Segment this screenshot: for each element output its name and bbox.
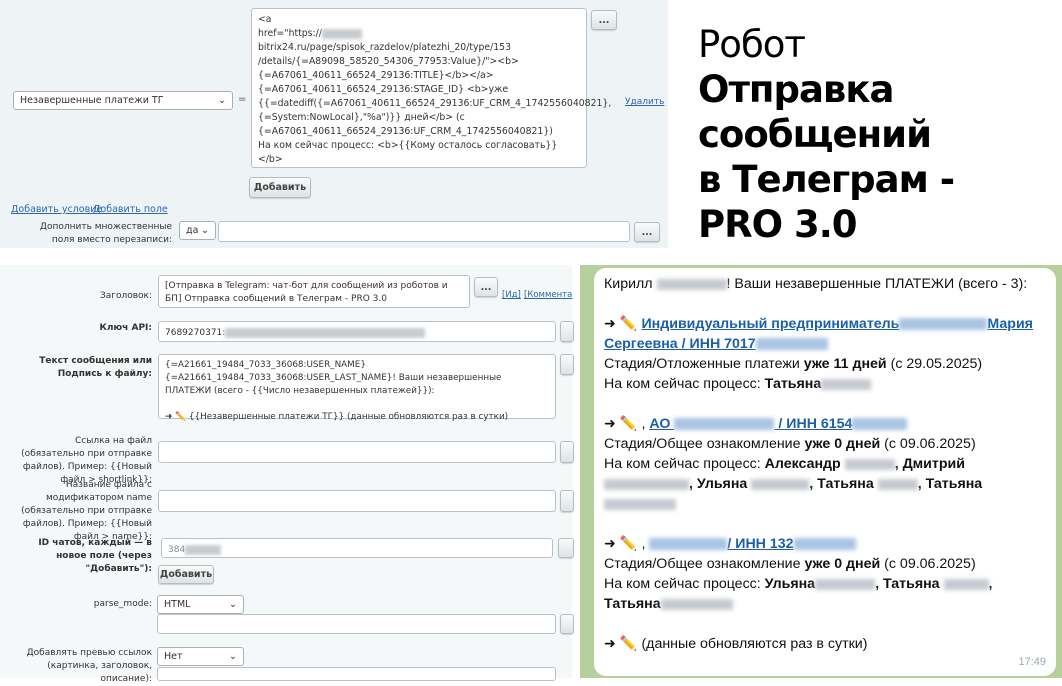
message-text-input[interactable]: {=A21661_19484_7033_36068:USER_NAME} {=A…	[158, 354, 556, 422]
message-time: 17:49	[1018, 656, 1046, 668]
header-label: Заголовок:	[99, 291, 152, 301]
insert-value-button[interactable]: ...	[591, 10, 617, 30]
field-select[interactable]: Незавершенные платежи ТГ ⌄	[13, 91, 233, 110]
comment-link[interactable]: [Коммента	[524, 290, 572, 300]
payment-who-2: На ком сейчас процесс: Александр , Дмитр…	[604, 454, 1046, 514]
payment-who-3: На ком сейчас процесс: Ульяна, Татьяна ,…	[604, 576, 993, 612]
payment-item-3: ➜ ✏️ , / ИНН 132	[604, 534, 1046, 554]
arrow-pencil-icon: ➜ ✏️	[604, 416, 638, 432]
payment-link-3[interactable]: / ИНН 132	[649, 536, 856, 552]
title-line: Робот	[698, 23, 806, 66]
chevron-down-icon: ⌄	[229, 651, 237, 662]
payment-stage-3: Стадия/Общее ознакомление уже 0 дней (с …	[604, 556, 976, 572]
parse-mode-input[interactable]	[157, 614, 556, 634]
title-line: в Телеграм -	[698, 158, 955, 201]
header-input[interactable]: [Отправка в Telegram: чат-бот для сообще…	[158, 275, 470, 308]
payment-link-1[interactable]: Индивидуальный предприниматель Мария Серг…	[604, 316, 1033, 352]
payment-link-2[interactable]: АО / ИНН 6154	[649, 416, 908, 432]
payment-item-1: ➜ ✏️ Индивидуальный предприниматель Мария…	[604, 314, 1046, 354]
payment-who-1: На ком сейчас процесс: Татьяна	[604, 374, 1046, 394]
file-name-label: Название файла с модификатором name (обя…	[21, 480, 152, 542]
parse-mode-select[interactable]: HTML ⌄	[157, 595, 244, 614]
preview-label: Добавлять превью ссылок (картинка, загол…	[26, 648, 152, 684]
chat-id-input[interactable]: 384	[161, 538, 553, 558]
header-dots-button[interactable]: ...	[474, 277, 498, 297]
api-input[interactable]: 7689270371:	[158, 321, 556, 342]
append-label: Дополнить множественные поля вместо пере…	[39, 222, 172, 245]
preview-select[interactable]: Нет ⌄	[157, 647, 244, 666]
arrow-pencil-icon: ➜ ✏️	[604, 536, 638, 552]
add-field-link[interactable]: Добавить поле	[93, 204, 168, 215]
title-line: сообщений	[698, 113, 932, 156]
value-line: {=A67061_40611_66524_29136:UF_CRM_4_1742…	[258, 126, 553, 137]
api-dots-button[interactable]	[560, 321, 574, 342]
append-dots-button[interactable]: ...	[634, 222, 660, 242]
text-label: Текст сообщения или Подпись к файлу:	[39, 356, 152, 379]
telegram-message-bubble: Кирилл ! Ваши незавершенные ПЛАТЕЖИ (все…	[594, 268, 1056, 676]
field-select-value: Незавершенные платежи ТГ	[20, 95, 164, 106]
parse-mode-value: HTML	[164, 599, 191, 610]
file-name-dots-button[interactable]	[560, 490, 574, 512]
id-link[interactable]: [Ид]	[502, 290, 521, 300]
preview-input[interactable]	[157, 667, 556, 681]
value-line: {=A67061_40611_66524_29136:TITLE}</b></a…	[258, 70, 494, 81]
add-chat-id-button[interactable]: Добавить	[158, 565, 214, 584]
title-line: PRO 3.0	[698, 203, 858, 246]
robot-settings-form: Заголовок: [Отправка в Telegram: чат-бот…	[0, 265, 574, 684]
append-input[interactable]	[218, 221, 630, 242]
value-line: href="https://bitrix24.ru/page/spisok_ra…	[258, 28, 511, 53]
value-line: {{=datediff({=A67061_40611_66524_29136:U…	[258, 98, 612, 109]
delete-link[interactable]: Удалить	[625, 97, 664, 107]
chat-id-dots-button[interactable]	[558, 538, 574, 558]
api-label: Ключ API:	[99, 323, 152, 333]
preview-value: Нет	[164, 651, 183, 662]
add-button[interactable]: Добавить	[249, 177, 311, 198]
parse-mode-label: parse_mode:	[93, 599, 152, 609]
chevron-down-icon: ⌄	[229, 599, 237, 610]
append-value: да	[186, 225, 199, 236]
chat-ids-label: ID чатов, каждый — в новое поле (через "…	[38, 538, 152, 574]
value-line: /details/{=A89098_58520_54306_77953:Valu…	[258, 56, 519, 67]
arrow-pencil-icon: ➜ ✏️	[604, 316, 638, 332]
message-footer: ➜ ✏️ (данные обновляются раз в сутки)	[604, 636, 868, 652]
file-link-input[interactable]	[158, 441, 556, 463]
parse-mode-dots-button[interactable]	[560, 614, 574, 634]
append-select[interactable]: да ⌄	[179, 221, 216, 240]
value-line: {=A67061_40611_66524_29136:STAGE_ID} <b>…	[258, 84, 509, 95]
text-dots-button[interactable]	[560, 354, 574, 375]
file-name-input[interactable]	[158, 490, 556, 512]
add-condition-link[interactable]: Добавить условие	[11, 204, 102, 215]
equals-sign: =	[238, 94, 247, 105]
promo-title: Робот Отправка сообщений в Телеграм - PR…	[698, 22, 955, 247]
payment-stage-1: Стадия/Отложенные платежи уже 11 дней (с…	[604, 356, 983, 372]
greeting: Кирилл ! Ваши незавершенные ПЛАТЕЖИ (все…	[604, 276, 1028, 292]
payment-item-2: ➜ ✏️ , АО / ИНН 6154	[604, 414, 1046, 434]
title-line: Отправка	[698, 68, 894, 111]
arrow-pencil-icon: ➜ ✏️	[604, 636, 638, 652]
chevron-down-icon: ⌄	[201, 225, 209, 236]
value-line: На ком сейчас процесс: <b>{{Кому осталос…	[258, 140, 558, 165]
value-line: {=System:NowLocal},"%a")}} дней</b> (с	[258, 112, 465, 123]
field-condition-panel: Незавершенные платежи ТГ ⌄ = <a href="htt…	[0, 0, 668, 248]
value-line: <a	[258, 14, 272, 25]
file-link-dots-button[interactable]	[560, 441, 574, 463]
field-value-textarea[interactable]: <a href="https://bitrix24.ru/page/spisok…	[251, 8, 612, 193]
chevron-down-icon: ⌄	[218, 95, 226, 106]
payment-stage-2: Стадия/Общее ознакомление уже 0 дней (с …	[604, 436, 976, 452]
